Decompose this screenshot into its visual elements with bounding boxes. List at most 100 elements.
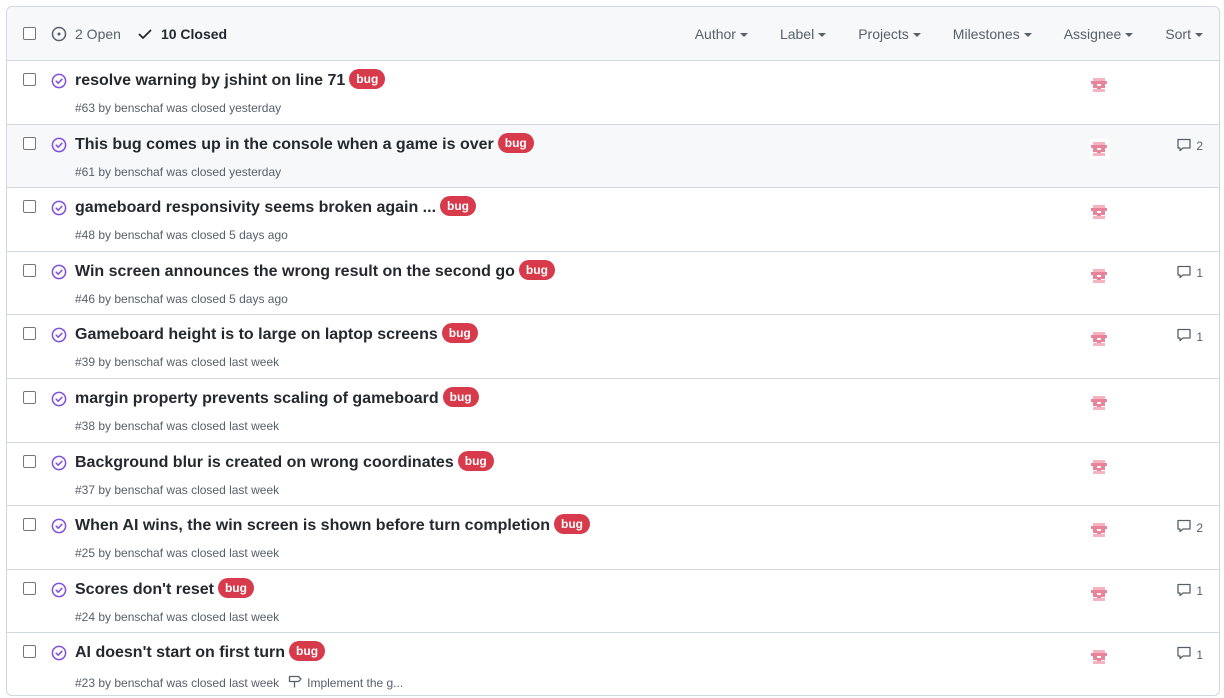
assignee-avatar[interactable] <box>1089 265 1109 286</box>
issue-title-link[interactable]: AI doesn't start on first turn <box>75 644 285 662</box>
comment-count: 1 <box>1196 647 1203 662</box>
issue-state-toggle: 2 Open 10 Closed <box>51 7 243 61</box>
milestone-link[interactable]: Implement the g... <box>287 673 403 692</box>
bug-label[interactable]: bug <box>497 132 534 153</box>
issue-checkbox[interactable] <box>23 518 36 532</box>
comments-link[interactable]: 1 <box>1176 327 1203 346</box>
issue-row[interactable]: Background blur is created on wrong coor… <box>7 443 1219 507</box>
issue-title-link[interactable]: gameboard responsivity seems broken agai… <box>75 199 436 217</box>
issue-title-link[interactable]: Scores don't reset <box>75 581 214 599</box>
label-filter[interactable]: Label <box>780 26 827 42</box>
milestones-filter[interactable]: Milestones <box>953 26 1032 42</box>
issue-row[interactable]: Win screen announces the wrong result on… <box>7 252 1219 316</box>
select-all-checkbox[interactable] <box>23 27 36 40</box>
bug-label[interactable]: bug <box>554 514 591 535</box>
issue-row[interactable]: AI doesn't start on first turn bug #23 by … <box>7 633 1219 695</box>
assignee-filter[interactable]: Assignee <box>1064 26 1134 42</box>
bug-label[interactable]: bug <box>349 69 386 89</box>
issue-meta: #24 by benschaf was closed last week <box>75 610 279 624</box>
comment-icon <box>1176 518 1196 537</box>
issue-meta-text: #24 by benschaf was closed last week <box>75 609 280 624</box>
bug-label[interactable]: bug <box>217 577 254 598</box>
issue-meta-text: #48 by benschaf was closed 5 days ago <box>75 228 288 243</box>
issue-title-link[interactable]: This bug comes up in the console when a … <box>75 136 494 154</box>
issue-checkbox[interactable] <box>23 390 36 404</box>
issue-meta: #39 by benschaf was closed last week <box>75 355 279 369</box>
assignee-avatar[interactable] <box>1089 329 1109 350</box>
assignee-avatar[interactable] <box>1089 456 1109 477</box>
issue-row[interactable]: resolve warning by jshint on line 71 bug #… <box>7 61 1219 125</box>
issue-meta: #48 by benschaf was closed 5 days ago <box>75 228 288 242</box>
comment-count: 1 <box>1196 584 1203 599</box>
issue-row[interactable]: This bug comes up in the console when a … <box>7 124 1219 189</box>
issue-row[interactable]: margin property prevents scaling of game… <box>7 379 1219 443</box>
comment-count: 2 <box>1196 139 1203 154</box>
closed-issues-link[interactable]: 10 Closed <box>137 26 227 42</box>
issue-checkbox[interactable] <box>23 73 36 86</box>
bug-label[interactable]: bug <box>289 641 326 662</box>
issue-checkbox[interactable] <box>23 200 36 214</box>
issue-title-link[interactable]: Gameboard height is to large on laptop s… <box>75 326 438 344</box>
comments-link[interactable]: 1 <box>1176 645 1203 664</box>
issue-title-line: gameboard responsivity seems broken agai… <box>75 196 477 218</box>
assignee-avatar[interactable] <box>1089 138 1109 159</box>
assignee-avatar[interactable] <box>1089 392 1109 413</box>
comments-link[interactable]: 2 <box>1176 137 1203 156</box>
issue-row[interactable]: gameboard responsivity seems broken agai… <box>7 188 1219 252</box>
open-issues-label: 2 Open <box>75 26 121 42</box>
issue-checkbox[interactable] <box>23 454 36 468</box>
issue-title-line: This bug comes up in the console when a … <box>75 132 534 155</box>
issue-meta: #25 by benschaf was closed last week <box>75 546 279 560</box>
issue-title-link[interactable]: When AI wins, the win screen is shown be… <box>75 517 550 535</box>
issue-checkbox[interactable] <box>23 327 36 341</box>
caret-down-icon <box>1195 33 1203 37</box>
assignee-avatar[interactable] <box>1089 583 1109 604</box>
open-issues-link[interactable]: 2 Open <box>51 26 121 42</box>
issue-checkbox[interactable] <box>23 581 36 595</box>
milestone-icon <box>287 673 307 692</box>
issue-meta-text: #46 by benschaf was closed 5 days ago <box>75 291 288 306</box>
assignee-avatar[interactable] <box>1089 202 1109 223</box>
comments-link[interactable]: 1 <box>1176 582 1203 601</box>
issue-row[interactable]: Gameboard height is to large on laptop s… <box>7 315 1219 379</box>
check-icon <box>138 29 152 39</box>
comments-link[interactable]: 1 <box>1176 264 1203 283</box>
issue-row[interactable]: When AI wins, the win screen is shown be… <box>7 506 1219 570</box>
issue-meta-text: #39 by benschaf was closed last week <box>75 355 280 370</box>
bug-label[interactable]: bug <box>442 386 479 407</box>
issue-title-line: margin property prevents scaling of game… <box>75 386 479 409</box>
issue-checkbox[interactable] <box>23 136 36 150</box>
comment-icon <box>1176 137 1196 156</box>
issue-closed-icon <box>51 582 67 603</box>
projects-filter[interactable]: Projects <box>858 26 921 42</box>
closed-issues-label: 10 Closed <box>160 26 228 42</box>
issue-checkbox[interactable] <box>23 263 36 277</box>
author-filter[interactable]: Author <box>695 26 748 42</box>
comments-link[interactable]: 2 <box>1176 518 1203 537</box>
assignee-avatar[interactable] <box>1089 520 1109 541</box>
issue-meta: #61 by benschaf was closed yesterday <box>75 165 281 179</box>
issue-title-link[interactable]: margin property prevents scaling of game… <box>75 390 439 408</box>
bug-label[interactable]: bug <box>457 450 494 471</box>
comment-icon <box>1176 327 1196 346</box>
assignee-avatar[interactable] <box>1089 75 1109 95</box>
caret-down-icon <box>739 33 748 37</box>
comment-count: 2 <box>1196 520 1203 535</box>
sort-filter[interactable]: Sort <box>1165 26 1203 42</box>
issue-title-link[interactable]: Background blur is created on wrong coor… <box>75 454 454 472</box>
issue-title-line: Scores don't reset bug <box>75 577 254 600</box>
bug-label[interactable]: bug <box>441 323 478 344</box>
comment-count: 1 <box>1196 266 1203 281</box>
issue-row[interactable]: Scores don't reset bug #24 by benschaf was… <box>7 570 1219 634</box>
comment-icon <box>1176 264 1196 283</box>
issue-title-line: Background blur is created on wrong coor… <box>75 450 494 473</box>
issue-rows: resolve warning by jshint on line 71 bug #… <box>7 61 1219 695</box>
bug-label[interactable]: bug <box>440 196 477 217</box>
bug-label[interactable]: bug <box>518 259 555 280</box>
assignee-avatar[interactable] <box>1089 647 1109 668</box>
issue-title-line: Gameboard height is to large on laptop s… <box>75 323 478 345</box>
issue-title-link[interactable]: resolve warning by jshint on line 71 <box>75 72 345 90</box>
issue-closed-icon <box>51 455 67 476</box>
issue-checkbox[interactable] <box>23 645 36 659</box>
issue-title-link[interactable]: Win screen announces the wrong result on… <box>75 263 515 281</box>
